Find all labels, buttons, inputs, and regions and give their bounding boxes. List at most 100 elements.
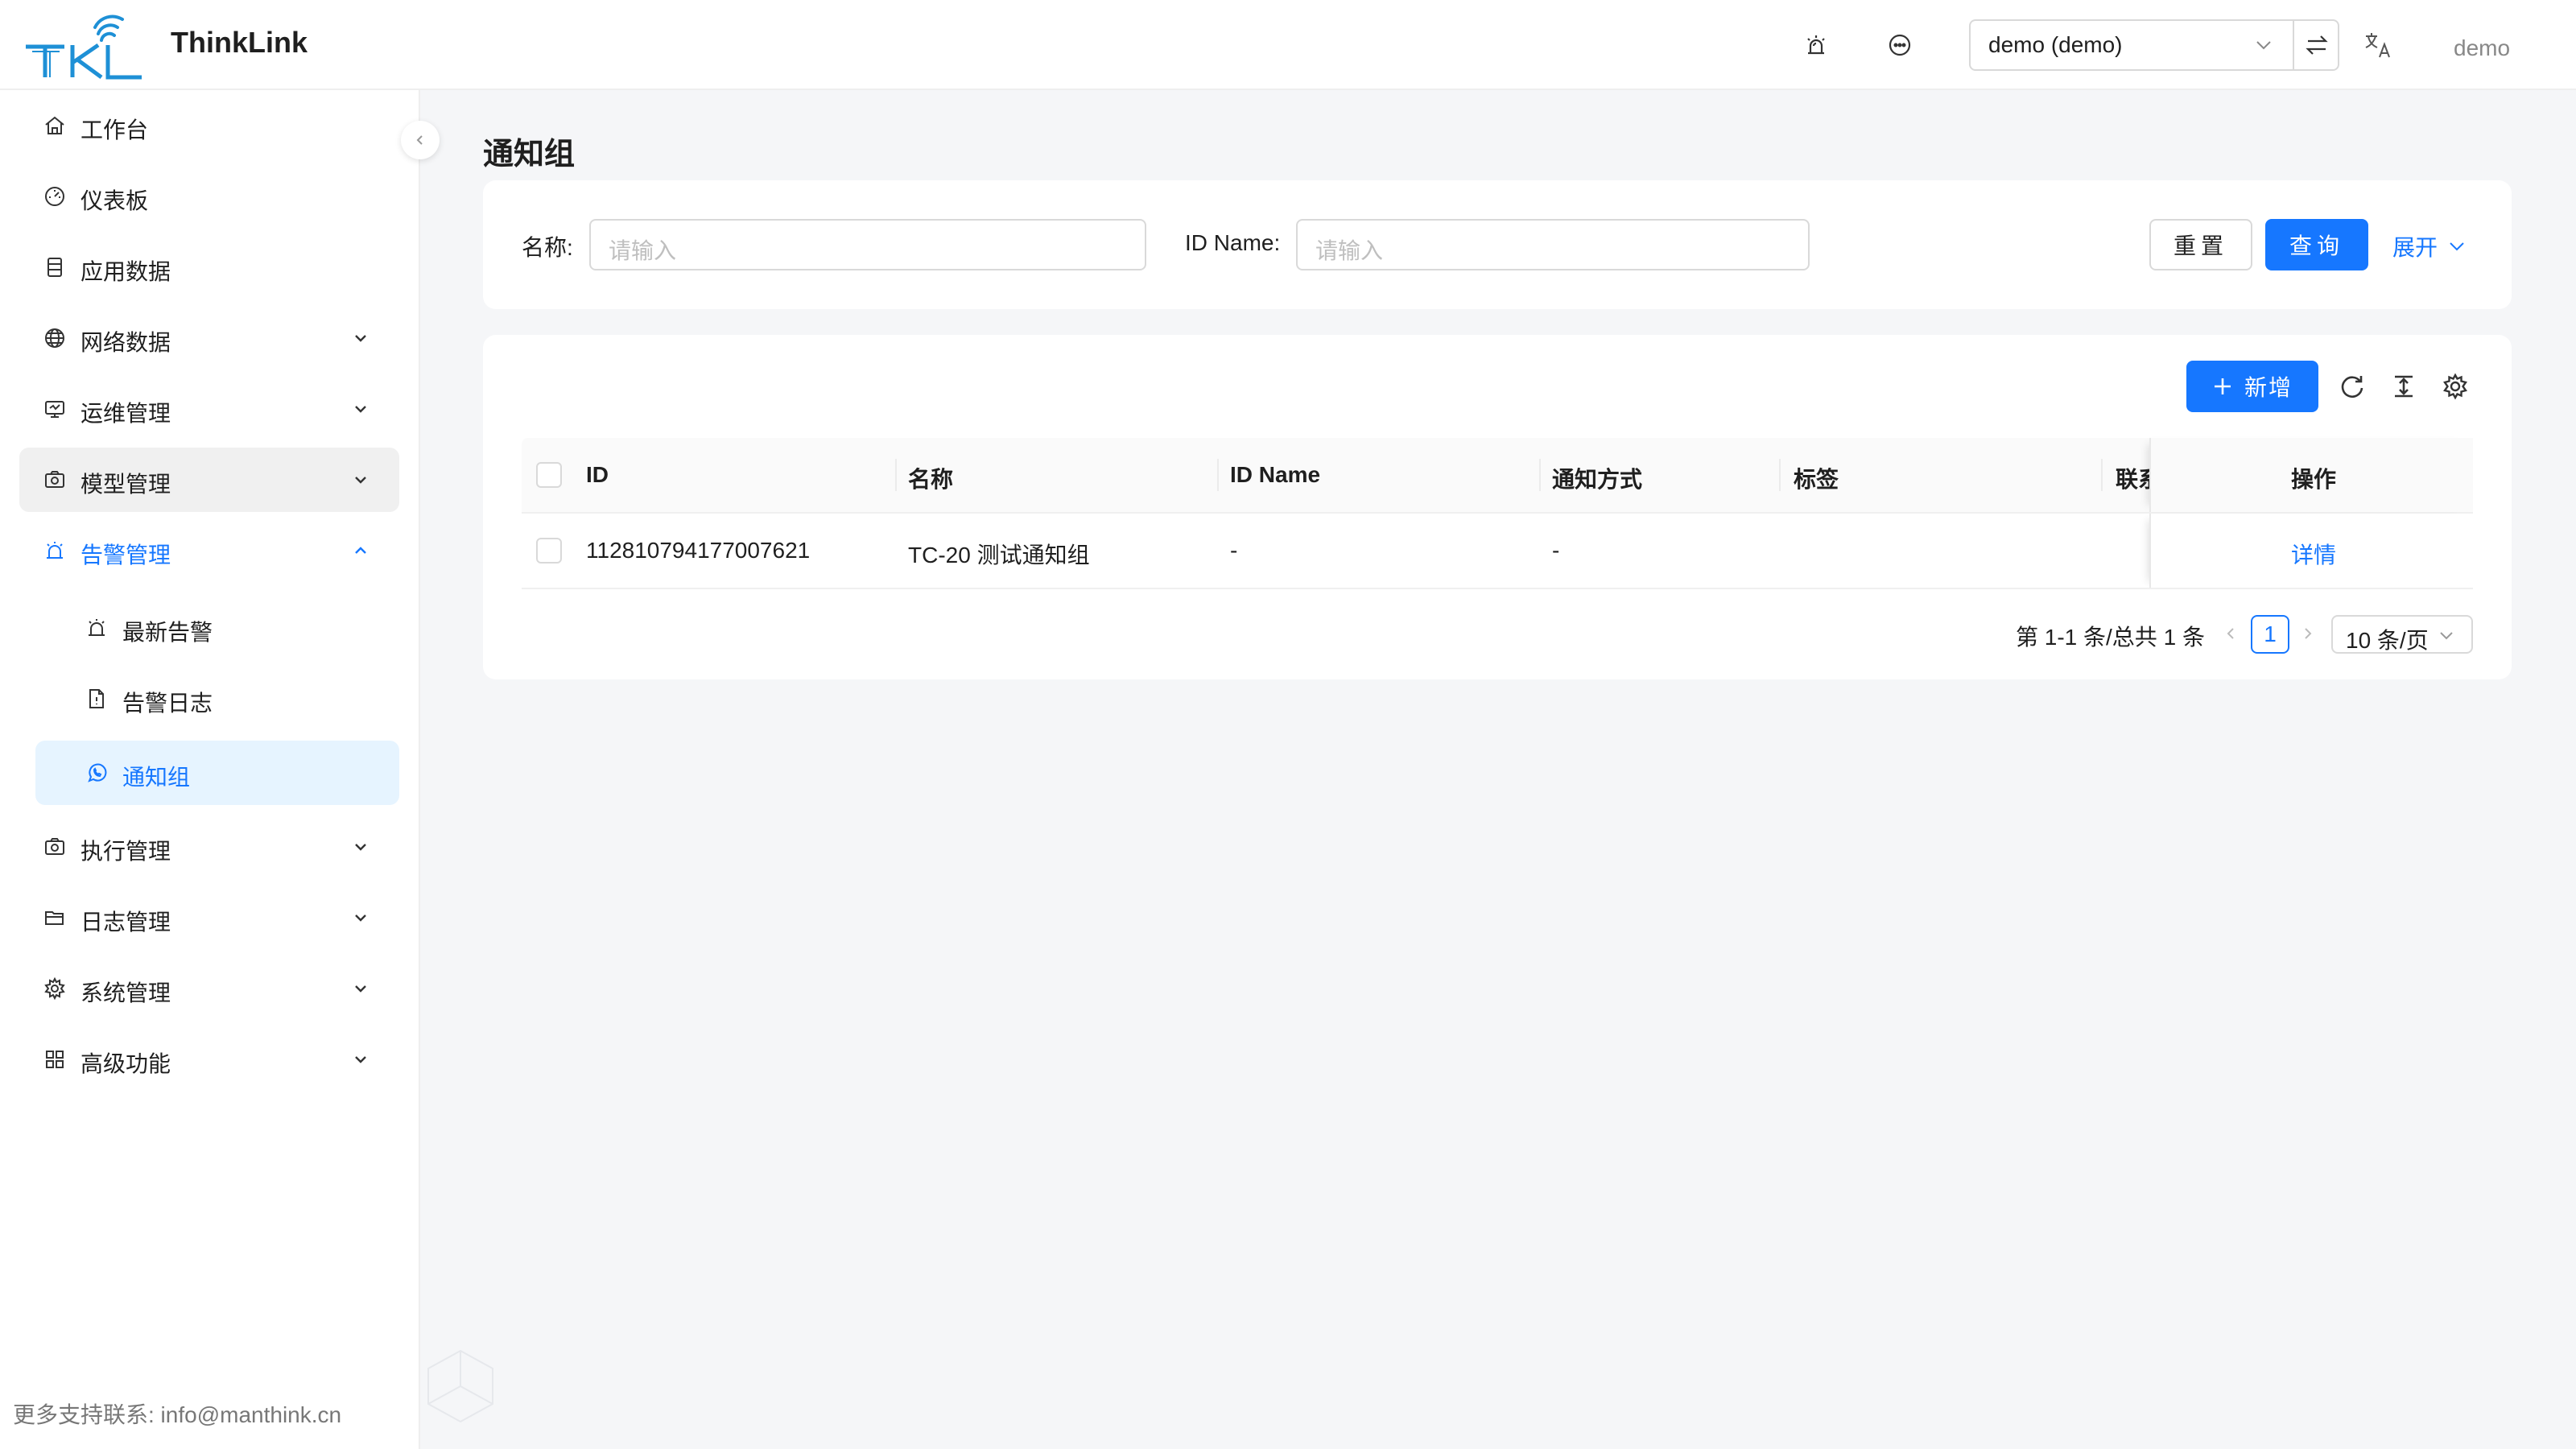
monitor-icon — [45, 401, 64, 418]
globe-icon — [45, 328, 64, 348]
chevron-down-icon — [2440, 632, 2453, 640]
sidebar-item-label: 仪表板 — [80, 188, 149, 213]
sidebar-item-label: 运维管理 — [80, 401, 171, 426]
folder-icon — [45, 911, 64, 925]
tkl-logo — [26, 14, 142, 80]
pagination: 第 1-1 条/总共 1 条 1 10 条/页 — [483, 610, 2512, 658]
search-form-card: 名称: 请输入 ID Name: 请输入 重置 查询 展开 — [483, 180, 2512, 309]
top-header: ThinkLink demo (demo) demo — [0, 0, 2576, 90]
chevron-down-icon — [2450, 242, 2464, 251]
settings-icon[interactable] — [2439, 370, 2471, 402]
add-button[interactable]: 新增 — [2186, 361, 2318, 412]
alarm-icon[interactable] — [1800, 29, 1832, 61]
sidebar-item-dashboard[interactable]: 仪表板 — [19, 164, 399, 229]
detail-link[interactable]: 详情 — [2291, 538, 2336, 570]
chevron-down-icon — [355, 406, 366, 413]
prev-page-icon[interactable] — [2219, 621, 2243, 646]
tenant-select-value: demo (demo) — [1988, 32, 2123, 57]
sidebar-item-model[interactable]: 模型管理 — [19, 448, 399, 512]
sidebar-item-execution[interactable]: 执行管理 — [19, 815, 399, 879]
query-button[interactable]: 查询 — [2265, 219, 2368, 270]
sidebar-item-workbench[interactable]: 工作台 — [19, 93, 399, 158]
sidebar-item-label: 系统管理 — [80, 980, 171, 1005]
alarm-icon — [47, 542, 63, 559]
sidebar-item-latest-alarm[interactable]: 最新告警 — [19, 596, 399, 660]
chevron-down-icon — [355, 985, 366, 993]
chevron-down-icon — [355, 914, 366, 922]
home-icon — [45, 116, 64, 134]
sidebar-item-label: 告警日志 — [122, 691, 213, 716]
sidebar-item-advanced[interactable]: 高级功能 — [19, 1027, 399, 1092]
table-row: 112810794177007621 TC-20 测试通知组 - - 详情 — [522, 514, 2473, 589]
sidebar-item-label: 日志管理 — [80, 910, 171, 935]
brand-name: ThinkLink — [171, 26, 308, 59]
sidebar-item-label: 最新告警 — [122, 620, 213, 645]
translate-icon[interactable] — [2362, 29, 2394, 61]
alarm-icon — [89, 619, 105, 636]
plus-icon — [2214, 378, 2231, 394]
cell-notify-method: - — [1552, 538, 1560, 563]
background-decoration — [427, 1349, 493, 1423]
sidebar-collapse-button[interactable] — [401, 121, 440, 159]
sidebar-item-notify-group[interactable]: 通知组 — [35, 741, 399, 805]
tenant-select[interactable]: demo (demo) — [1969, 19, 2339, 71]
column-header-tags[interactable]: 标签 — [1794, 462, 1839, 494]
row-checkbox[interactable] — [536, 538, 562, 564]
sidebar-item-network-data[interactable]: 网络数据 — [19, 306, 399, 370]
whatsapp-icon — [88, 763, 107, 782]
idname-label: ID Name: — [1185, 230, 1281, 255]
swap-icon[interactable] — [2304, 32, 2330, 58]
expand-link[interactable]: 展开 — [2392, 230, 2467, 262]
column-height-icon[interactable] — [2388, 370, 2420, 402]
page-number-current[interactable]: 1 — [2251, 615, 2289, 654]
pagination-total: 第 1-1 条/总共 1 条 — [2016, 625, 2205, 650]
camera-box-icon — [45, 838, 64, 855]
column-header-idname[interactable]: ID Name — [1230, 462, 1320, 488]
page-title: 通知组 — [483, 138, 576, 171]
sidebar-item-alarm[interactable]: 告警管理 — [19, 518, 399, 583]
reload-icon[interactable] — [2336, 370, 2368, 402]
select-divider — [2293, 21, 2294, 69]
dashboard-icon — [45, 187, 64, 206]
reset-button[interactable]: 重置 — [2149, 219, 2252, 270]
column-header-name[interactable]: 名称 — [908, 462, 953, 494]
page-size-select[interactable]: 10 条/页 — [2331, 615, 2473, 654]
column-header-action: 操作 — [2291, 467, 2337, 492]
sidebar-item-label: 模型管理 — [80, 472, 171, 497]
column-header-notify-method[interactable]: 通知方式 — [1552, 462, 1642, 494]
column-divider — [1539, 459, 1541, 491]
sidebar-item-system[interactable]: 系统管理 — [19, 956, 399, 1021]
page-size-value: 10 条/页 — [2346, 628, 2429, 653]
support-contact: 更多支持联系: info@manthink.cn — [13, 1402, 342, 1427]
column-divider — [2101, 459, 2103, 491]
sidebar-item-label: 通知组 — [122, 765, 191, 790]
fixed-action-header: 操作 — [2149, 438, 2473, 512]
sidebar-item-app-data[interactable]: 应用数据 — [19, 235, 399, 299]
sidebar-item-label: 执行管理 — [80, 839, 171, 864]
column-header-contact[interactable]: 联系 — [2116, 462, 2149, 494]
column-header-id[interactable]: ID — [586, 462, 609, 488]
cell-id: 112810794177007621 — [586, 538, 811, 563]
name-input[interactable]: 请输入 — [589, 219, 1146, 270]
sidebar-item-alarm-log[interactable]: 告警日志 — [19, 667, 399, 731]
database-icon — [47, 258, 62, 277]
sidebar-item-ops[interactable]: 运维管理 — [19, 377, 399, 441]
chevron-down-icon — [355, 477, 366, 484]
message-icon[interactable] — [1884, 29, 1916, 61]
cell-idname: - — [1230, 538, 1238, 563]
user-name[interactable]: demo — [2454, 35, 2510, 61]
apps-icon — [46, 1051, 64, 1068]
select-all-checkbox[interactable] — [536, 462, 562, 488]
gear-icon — [44, 977, 65, 1000]
camera-box-icon — [45, 471, 64, 488]
idname-input[interactable]: 请输入 — [1296, 219, 1810, 270]
next-page-icon[interactable] — [2296, 621, 2320, 646]
chevron-down-icon — [355, 844, 366, 851]
sidebar-item-log[interactable]: 日志管理 — [19, 886, 399, 950]
column-divider — [1779, 459, 1781, 491]
column-divider — [1217, 459, 1219, 491]
sidebar-item-label: 高级功能 — [80, 1051, 171, 1076]
add-button-label: 新增 — [2244, 375, 2293, 400]
chevron-up-icon — [355, 547, 366, 554]
sidebar-item-label: 网络数据 — [80, 330, 171, 355]
